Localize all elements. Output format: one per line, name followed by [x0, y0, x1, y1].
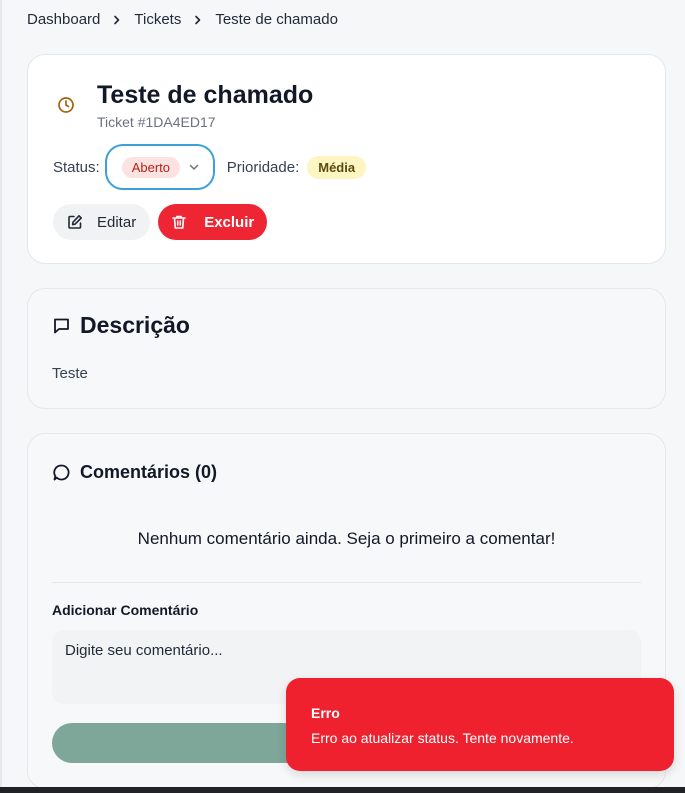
priority-label: Prioridade: [226, 158, 300, 176]
status-select[interactable]: Aberto [104, 144, 215, 190]
left-edge-divider [0, 0, 2, 793]
breadcrumb: Dashboard Tickets Teste de chamado [27, 11, 338, 28]
chevron-down-icon [188, 161, 200, 173]
message-square-icon [52, 316, 71, 335]
error-toast[interactable]: Erro Erro ao atualizar status. Tente nov… [286, 678, 674, 771]
description-title: Descrição [80, 312, 190, 338]
delete-button[interactable]: Excluir [158, 204, 268, 240]
clock-icon [53, 92, 79, 118]
chevron-right-icon [100, 15, 134, 25]
chevron-right-icon [181, 15, 215, 25]
breadcrumb-current: Teste de chamado [215, 11, 338, 28]
status-badge: Aberto [121, 156, 181, 178]
edit-button[interactable]: Editar [53, 204, 151, 240]
breadcrumb-tickets[interactable]: Tickets [134, 11, 181, 28]
ticket-id: Ticket #1DA4ED17 [97, 114, 216, 130]
page-title: Teste de chamado [97, 81, 314, 109]
bottom-edge-bar [0, 787, 685, 793]
priority-badge: Média [307, 155, 367, 179]
status-label: Status: [53, 158, 100, 176]
message-circle-icon [52, 463, 71, 482]
delete-button-label: Excluir [204, 213, 255, 231]
description-text: Teste [52, 365, 88, 382]
breadcrumb-dashboard[interactable]: Dashboard [27, 11, 100, 28]
comments-divider [52, 582, 641, 583]
description-header: Descrição [52, 312, 190, 339]
edit-icon [67, 214, 83, 230]
comments-empty-message: Nenhum comentário ainda. Seja o primeiro… [137, 529, 556, 548]
comments-header: Comentários (0) [52, 462, 217, 483]
status-row: Status: Aberto Prioridade: Média [53, 144, 367, 190]
trash-icon [171, 214, 187, 230]
edit-button-label: Editar [97, 213, 137, 231]
toast-message: Erro ao atualizar status. Tente novament… [311, 730, 574, 746]
ticket-header-card: Teste de chamado Ticket #1DA4ED17 Status… [27, 54, 666, 264]
ticket-actions: Editar Excluir [53, 204, 268, 240]
description-card: Descrição Teste [27, 288, 666, 409]
toast-title: Erro [311, 705, 340, 721]
comments-title: Comentários (0) [80, 462, 218, 482]
add-comment-label: Adicionar Comentário [52, 602, 199, 618]
